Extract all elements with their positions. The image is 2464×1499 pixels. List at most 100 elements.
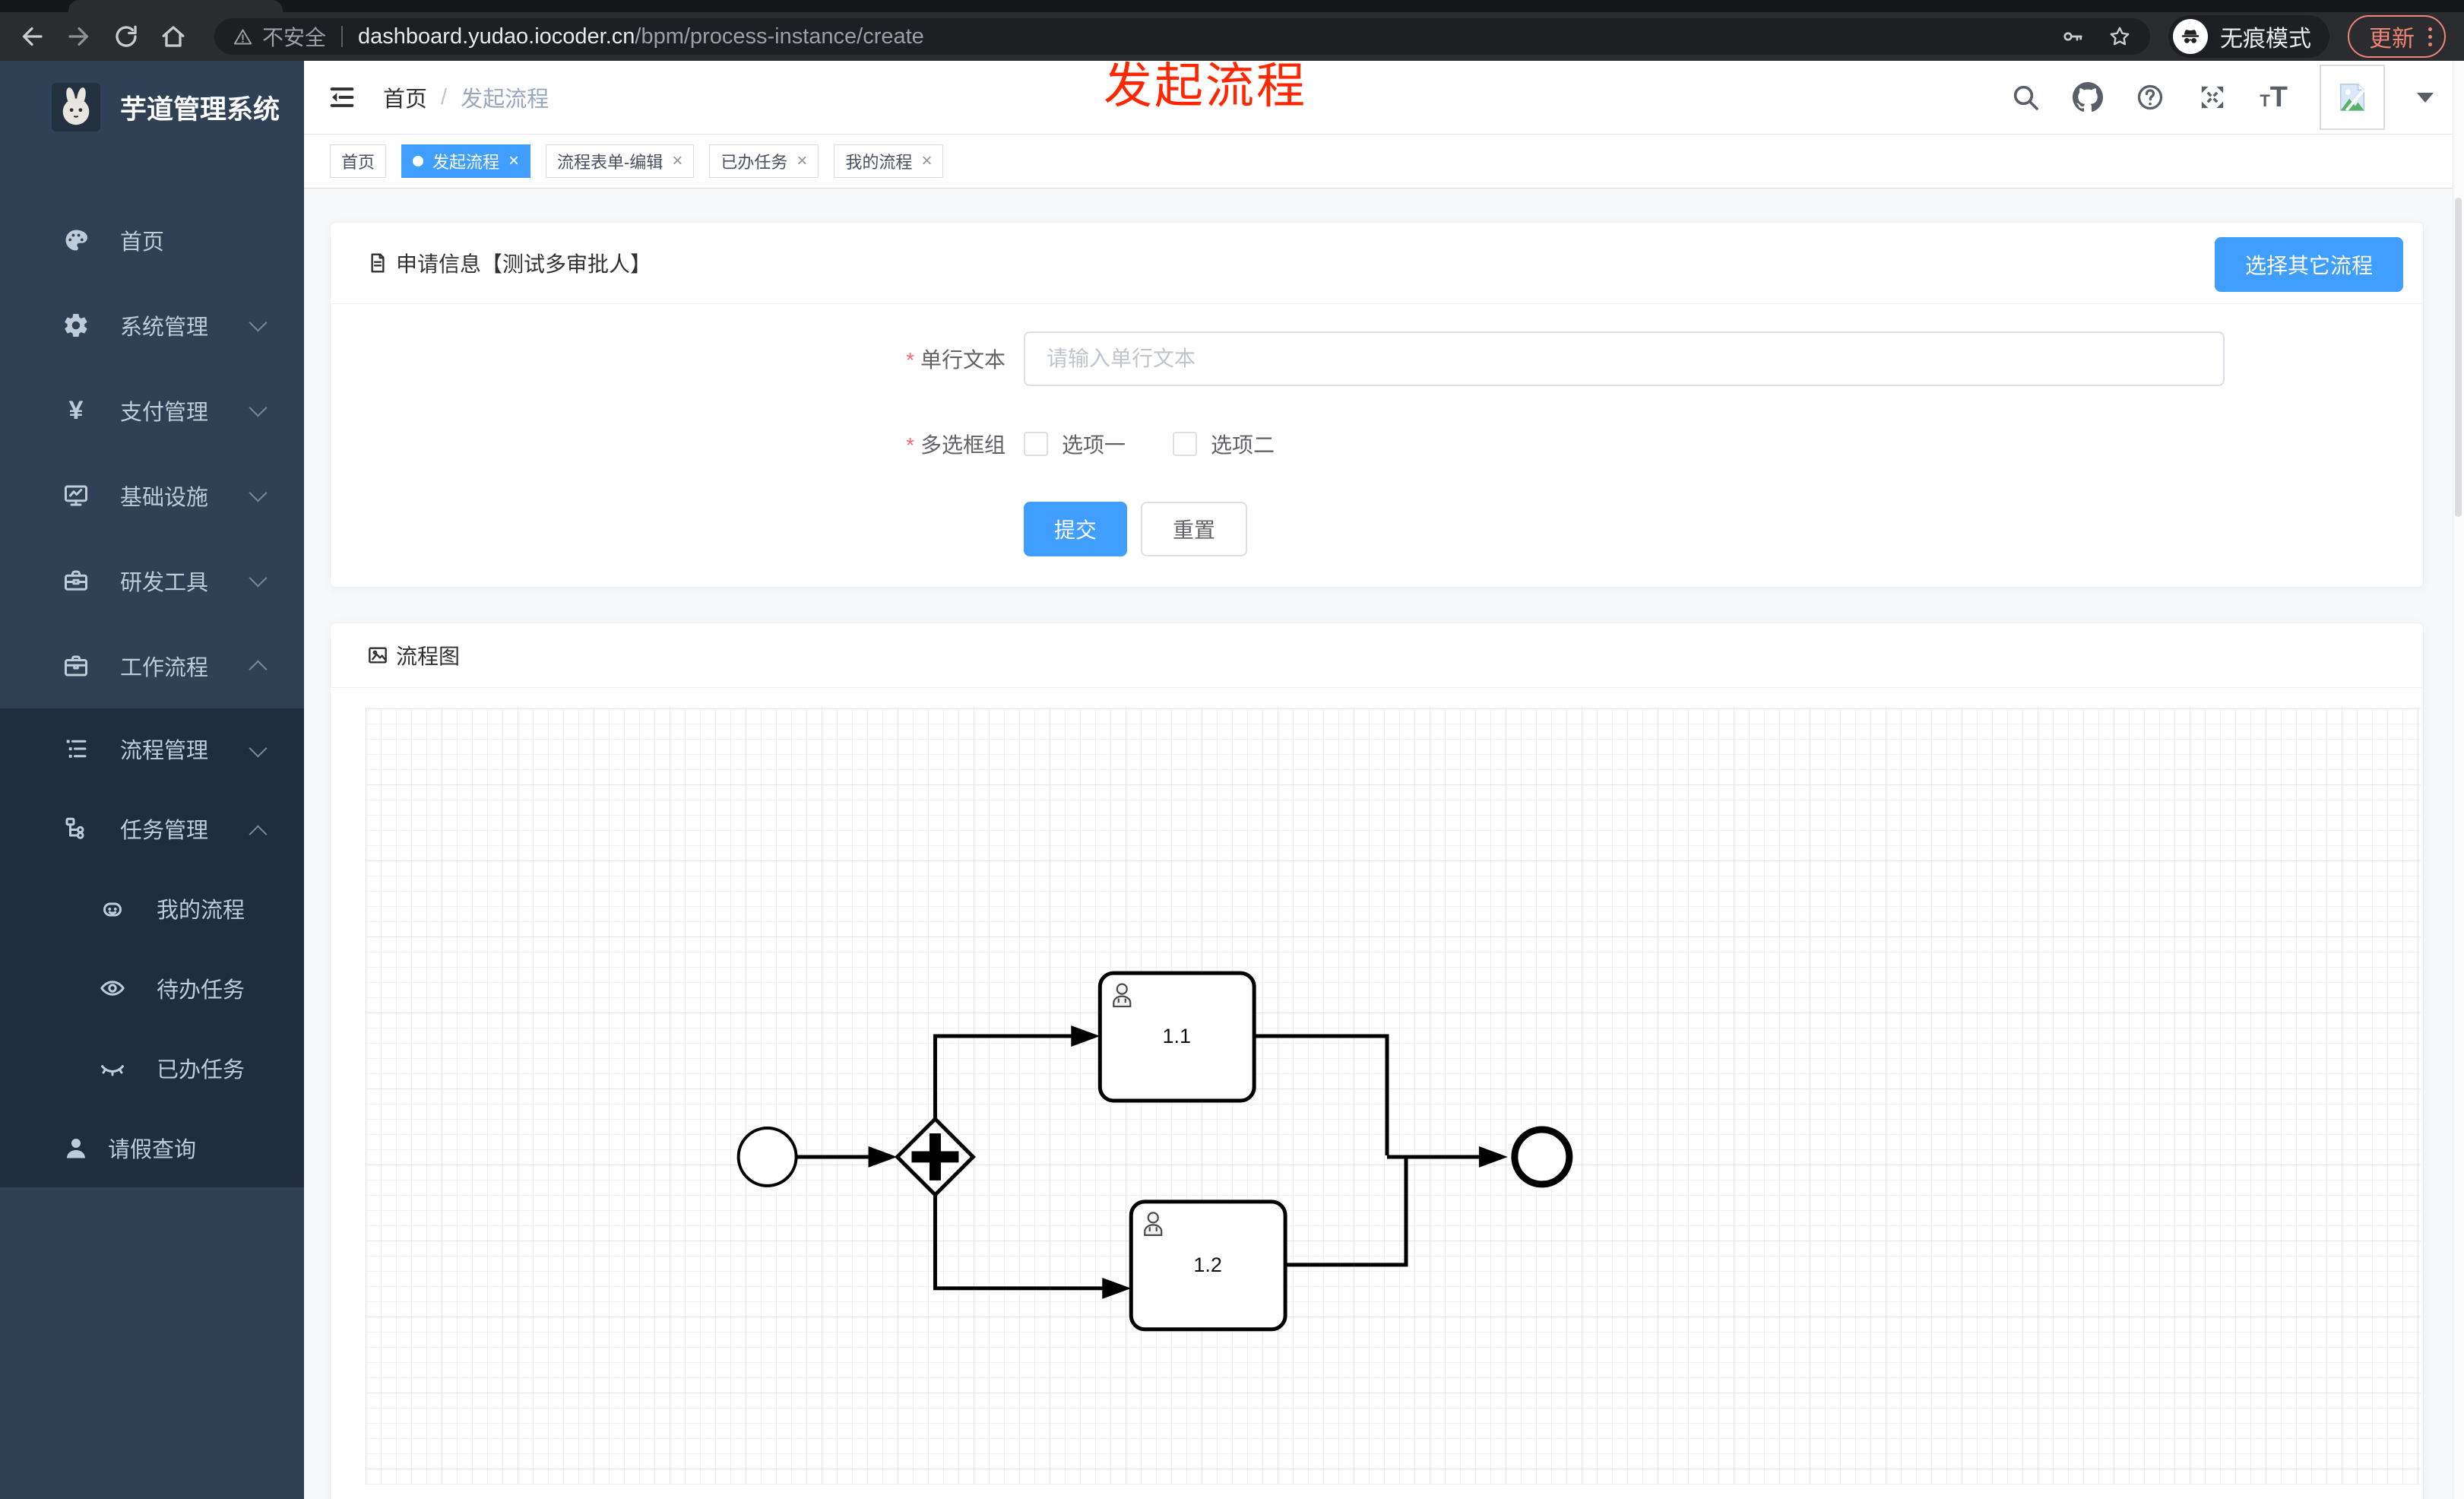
breadcrumb-current: 发起流程 — [461, 87, 549, 112]
page-content: 申请信息【测试多审批人】 选择其它流程 *单行文本 *多选框组 选项一 — [304, 189, 2464, 1499]
chevron-up-icon — [249, 660, 268, 679]
tab-form-edit[interactable]: 流程表单-编辑 × — [546, 144, 695, 178]
workflow-submenu: 流程管理 任务管理 我的流程 待办任务 已办任务 请假查询 — [0, 708, 304, 1187]
sidebar-fold-icon[interactable] — [327, 82, 357, 113]
checkbox-icon[interactable] — [1024, 432, 1048, 456]
forward-icon[interactable] — [65, 23, 93, 50]
sidebar-item-label: 研发工具 — [120, 571, 209, 595]
eye-closed-icon — [101, 1064, 124, 1076]
chevron-down-icon — [249, 313, 268, 332]
not-secure-icon — [233, 28, 252, 45]
sidebar-item-label: 工作流程 — [120, 656, 209, 680]
checkbox-option-2[interactable]: 选项二 — [1173, 429, 1275, 459]
browser-menu-icon[interactable] — [2428, 27, 2432, 46]
close-icon[interactable]: × — [508, 152, 519, 170]
tab-home[interactable]: 首页 — [330, 144, 387, 178]
apply-info-card: 申请信息【测试多审批人】 选择其它流程 *单行文本 *多选框组 选项一 — [330, 222, 2424, 588]
incognito-icon — [2173, 19, 2208, 54]
start-event[interactable] — [736, 1126, 798, 1187]
task-label: 1.1 — [1162, 1025, 1191, 1047]
select-other-process-button[interactable]: 选择其它流程 — [2214, 237, 2403, 292]
sidebar-item-devtools[interactable]: 研发工具 — [0, 538, 304, 623]
breadcrumb-home[interactable]: 首页 — [383, 81, 427, 113]
submit-button[interactable]: 提交 — [1024, 502, 1128, 556]
apply-card-header: 申请信息【测试多审批人】 选择其它流程 — [331, 223, 2423, 304]
search-icon[interactable] — [2010, 82, 2041, 113]
sidebar-item-label: 请假查询 — [108, 1137, 197, 1162]
reset-button[interactable]: 重置 — [1141, 502, 1248, 556]
form-row-text: * 单行文本 — [331, 331, 2423, 386]
url-host: dashboard.yudao.iocoder.cn — [358, 24, 635, 49]
reload-icon[interactable] — [112, 23, 140, 50]
not-secure-label: 不安全 — [262, 26, 327, 49]
broken-image-icon — [2339, 83, 2365, 112]
sidebar-item-process-mgmt[interactable]: 流程管理 — [0, 708, 304, 788]
help-icon[interactable] — [2135, 82, 2165, 113]
back-icon[interactable] — [18, 23, 46, 50]
sidebar-item-label: 已办任务 — [157, 1057, 245, 1082]
eye-icon — [100, 980, 125, 996]
picture-icon — [369, 647, 387, 664]
tab-done-tasks[interactable]: 已办任务 × — [709, 144, 819, 178]
sidebar-item-label: 基础设施 — [120, 486, 209, 510]
sidebar-item-payment[interactable]: ¥ 支付管理 — [0, 368, 304, 453]
tab-my-process[interactable]: 我的流程 × — [834, 144, 944, 178]
required-mark: * — [906, 433, 914, 457]
chevron-down-icon — [249, 398, 268, 417]
browser-active-tab[interactable] — [68, 0, 283, 12]
document-icon — [371, 253, 385, 273]
sidebar-item-label: 系统管理 — [120, 315, 209, 340]
end-event[interactable] — [1511, 1126, 1573, 1188]
single-line-text-input[interactable] — [1024, 331, 2225, 386]
tab-create-process[interactable]: 发起流程 × — [401, 144, 531, 178]
sidebar-item-leave-query[interactable]: 请假查询 — [0, 1108, 304, 1187]
parallel-gateway[interactable] — [894, 1116, 976, 1198]
user-task-1-2[interactable]: 1.2 — [1129, 1200, 1287, 1332]
font-size-icon[interactable]: TT — [2260, 81, 2288, 114]
scrollbar-thumb[interactable] — [2455, 198, 2462, 517]
home-icon[interactable] — [160, 23, 187, 50]
bpmn-canvas[interactable]: 1.1 1.2 — [366, 708, 2421, 1485]
scrollbar[interactable] — [2453, 61, 2464, 1499]
avatar-caret-icon[interactable] — [2417, 92, 2434, 103]
apply-form: *单行文本 *多选框组 选项一 选项二 提交 — [331, 304, 2423, 587]
bpmn-diagram: 1.1 1.2 — [736, 971, 1573, 1332]
list-tree-icon — [66, 739, 87, 758]
gear-icon — [65, 313, 87, 338]
sidebar-item-todo-tasks[interactable]: 待办任务 — [0, 948, 304, 1028]
field-label: * 单行文本 — [906, 348, 1006, 372]
monitor-icon — [65, 485, 87, 506]
workflow-tree-icon — [65, 817, 84, 839]
sidebar-item-done-tasks[interactable]: 已办任务 — [0, 1028, 304, 1108]
sidebar-item-workflow[interactable]: 工作流程 — [0, 623, 304, 708]
close-icon[interactable]: × — [921, 152, 932, 170]
logo[interactable]: 芋道管理系统 — [0, 61, 304, 154]
update-button[interactable]: 更新 — [2348, 15, 2446, 58]
screen: 不安全 dashboard.yudao.iocoder.cn/bpm/proce… — [0, 0, 2464, 1499]
sidebar-item-home[interactable]: 首页 — [0, 198, 304, 283]
url-bar[interactable]: 不安全 dashboard.yudao.iocoder.cn/bpm/proce… — [214, 18, 2150, 55]
incognito-label: 无痕模式 — [2220, 27, 2311, 52]
chevron-up-icon — [249, 825, 268, 844]
sidebar-item-infra[interactable]: 基础设施 — [0, 453, 304, 538]
main-area: 首页 / 发起流程 TT 首页 发起流程 × 流程表单-编辑 × 已办任务 × … — [304, 61, 2464, 1499]
sidebar-item-task-mgmt[interactable]: 任务管理 — [0, 788, 304, 868]
bookmark-star-icon[interactable] — [2108, 24, 2132, 49]
checkbox-option-1[interactable]: 选项一 — [1024, 429, 1126, 459]
fullscreen-icon[interactable] — [2197, 82, 2228, 113]
diagram-card-header: 流程图 — [331, 623, 2423, 688]
incognito-badge: 无痕模式 — [2168, 15, 2329, 58]
close-icon[interactable]: × — [672, 152, 683, 170]
checkbox-icon[interactable] — [1173, 432, 1198, 456]
avatar[interactable] — [2320, 65, 2385, 130]
sidebar-item-my-process[interactable]: 我的流程 — [0, 868, 304, 948]
breadcrumb: 首页 / 发起流程 — [383, 81, 549, 113]
update-label: 更新 — [2369, 27, 2415, 52]
user-task-1-1[interactable]: 1.1 — [1097, 971, 1256, 1103]
key-icon[interactable] — [2060, 24, 2085, 49]
sidebar-item-system[interactable]: 系统管理 — [0, 283, 304, 368]
sidebar-item-label: 流程管理 — [120, 738, 209, 763]
github-icon[interactable] — [2073, 82, 2104, 113]
close-icon[interactable]: × — [797, 152, 807, 170]
sidebar-item-label: 支付管理 — [120, 401, 209, 425]
